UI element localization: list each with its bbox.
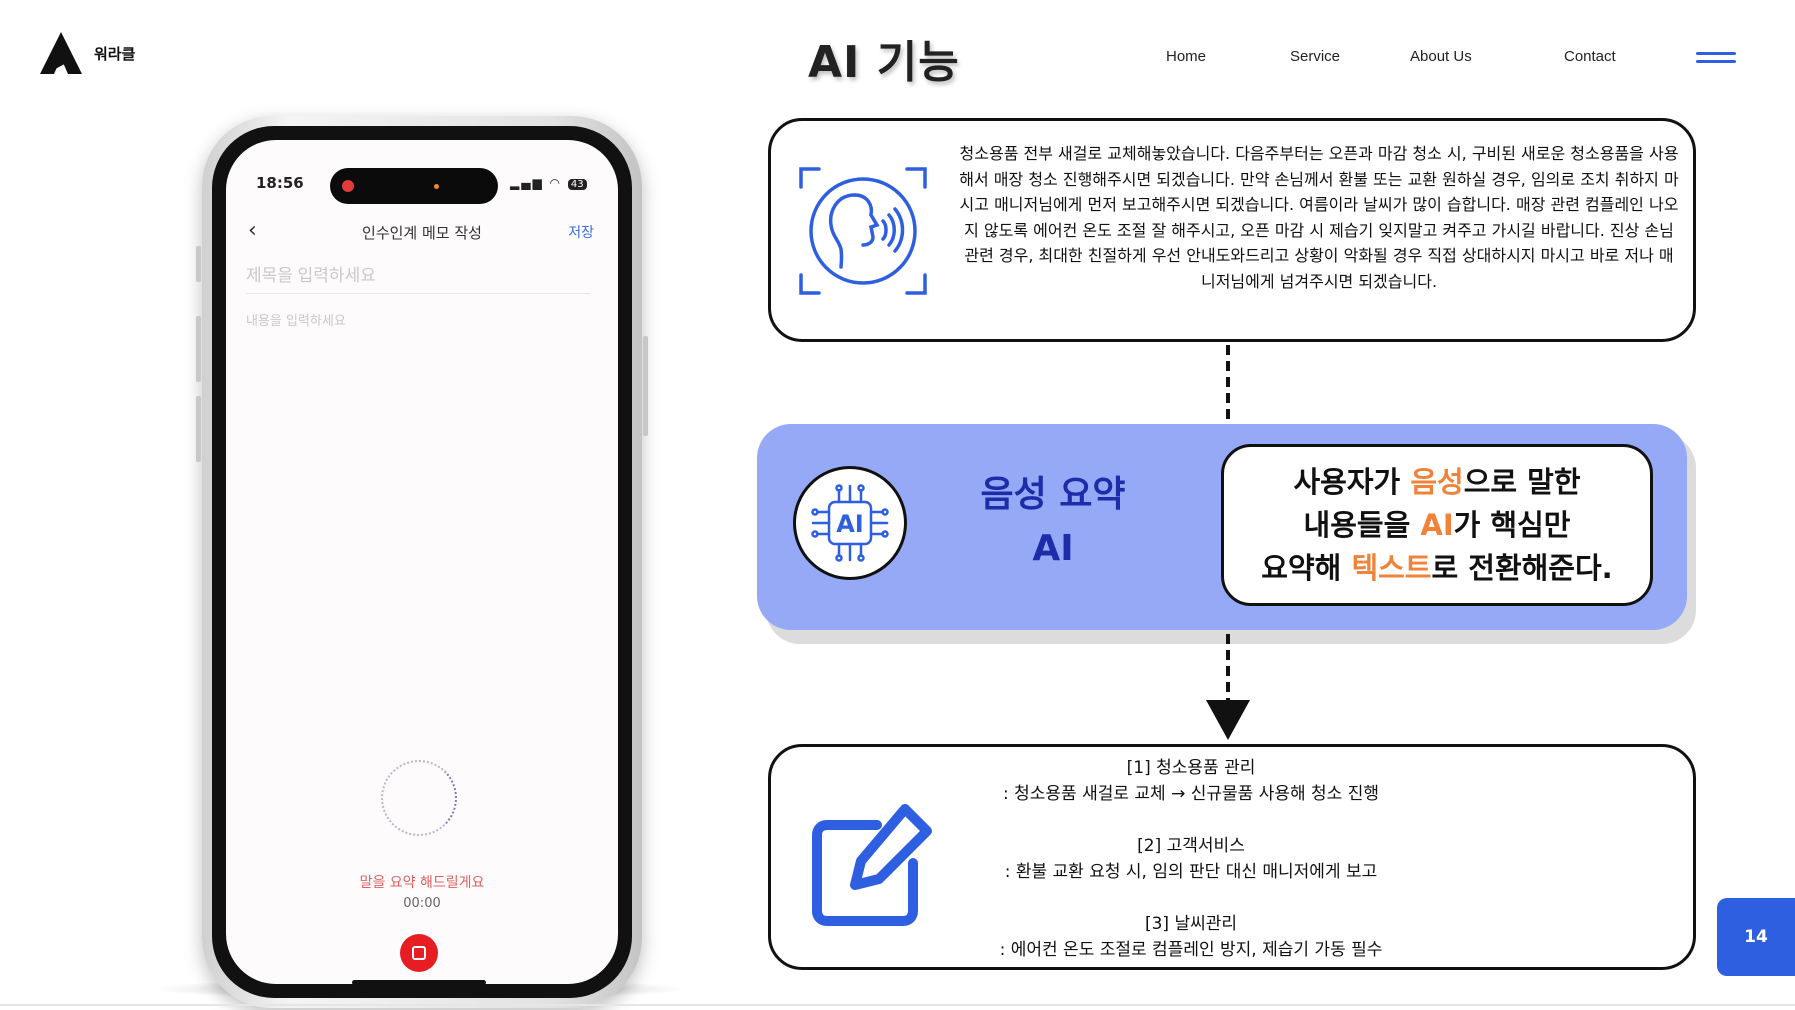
signal-icon: ▂▄▆	[510, 176, 544, 190]
logo-text: 워라클	[94, 44, 136, 63]
memo-content-input[interactable]	[246, 310, 590, 510]
phone-bezel: 18:56 ▂▄▆ ◠ 43 ‹ 인수인계 메모 작성 저장 말을 요약 해드릴…	[212, 126, 632, 998]
summary-detail: : 에어컨 온도 조절로 컴플레인 방지, 제습기 가동 필수	[999, 940, 1383, 960]
dynamic-island	[330, 168, 498, 204]
summary-result-box: [1] 청소용품 관리 : 청소용품 새걸로 교체 → 신규물품 사용해 청소 …	[768, 744, 1696, 970]
hamburger-icon[interactable]	[1696, 52, 1736, 66]
phone-volume-down-button	[196, 396, 201, 462]
mic-indicator-icon	[434, 184, 439, 189]
ai-chip-label: AI	[836, 510, 864, 538]
memo-title-input[interactable]	[246, 258, 590, 294]
ai-description-box: 사용자가 음성으로 말한 내용들을 AI가 핵심만 요약해 텍스트로 전환해준다…	[1221, 444, 1653, 606]
summary-heading: [2] 고객서비스	[1137, 836, 1245, 856]
summary-prompt-label: 말을 요약 해드릴게요	[359, 875, 485, 891]
summary-item: [3] 날씨관리 : 에어컨 온도 조절로 컴플레인 방지, 제습기 가동 필수	[971, 911, 1411, 963]
ai-title-line1: 음성 요약	[980, 474, 1126, 515]
nav-about-us[interactable]: About Us	[1410, 48, 1472, 65]
home-indicator	[352, 980, 486, 984]
nav-contact[interactable]: Contact	[1564, 48, 1616, 65]
ai-chip-badge: AI	[793, 466, 907, 580]
page-title: AI 기능	[808, 37, 960, 88]
summary-detail: : 환불 교환 요청 시, 임의 판단 대신 매니저에게 보고	[1004, 862, 1378, 882]
summary-heading: [1] 청소용품 관리	[1126, 758, 1256, 778]
transcript-box: 청소용품 전부 새걸로 교체해놓았습니다. 다음주부터는 오픈과 마감 청소 시…	[768, 118, 1696, 342]
edit-note-icon	[812, 804, 932, 926]
summary-heading: [3] 날씨관리	[1144, 914, 1238, 934]
ai-desc-line3: 요약해 텍스트로 전환해준다.	[1261, 551, 1613, 585]
status-time: 18:56	[256, 174, 304, 192]
ai-chip-icon: AI	[811, 484, 889, 562]
ai-title-line2: AI	[1032, 528, 1074, 569]
status-icons: ▂▄▆ ◠ 43	[510, 176, 587, 190]
summary-item: [2] 고객서비스 : 환불 교환 요청 시, 임의 판단 대신 매니저에게 보…	[971, 833, 1411, 885]
bottom-divider	[0, 1004, 1795, 1006]
stop-icon	[412, 946, 426, 960]
transcript-text: 청소용품 전부 새걸로 교체해놓았습니다. 다음주부터는 오픈과 마감 청소 시…	[959, 144, 1679, 291]
logo-mark-icon	[40, 32, 82, 74]
ai-panel-title: 음성 요약 AI	[937, 468, 1169, 576]
logo[interactable]: 워라클	[38, 30, 135, 76]
voice-recognition-icon	[799, 167, 927, 295]
page-number-badge: 14	[1717, 898, 1795, 976]
phone-side-button	[196, 246, 201, 282]
phone-volume-up-button	[196, 316, 201, 382]
summary-item: [1] 청소용품 관리 : 청소용품 새걸로 교체 → 신규물품 사용해 청소 …	[971, 755, 1411, 807]
phone-screen: 18:56 ▂▄▆ ◠ 43 ‹ 인수인계 메모 작성 저장 말을 요약 해드릴…	[226, 140, 618, 984]
summary-list: [1] 청소용품 관리 : 청소용품 새걸로 교체 → 신규물품 사용해 청소 …	[971, 755, 1411, 963]
ai-summary-panel: AI 음성 요약 AI 사용자가 음성으로 말한 내용들을 AI가 핵심만 요약…	[757, 424, 1687, 630]
arrow-down-icon	[1206, 700, 1250, 740]
save-button[interactable]: 저장	[568, 222, 594, 242]
ai-desc-line1: 사용자가 음성으로 말한	[1293, 465, 1581, 499]
connector-dash-bottom	[1226, 634, 1230, 702]
stop-recording-button[interactable]	[400, 934, 438, 972]
memo-screen-title: 인수인계 메모 작성	[362, 224, 482, 242]
nav-service[interactable]: Service	[1290, 48, 1340, 65]
phone-power-button	[643, 336, 648, 436]
summary-detail: : 청소용품 새걸로 교체 → 신규물품 사용해 청소 진행	[1002, 784, 1379, 804]
battery-icon: 43	[567, 179, 587, 190]
phone-mockup: 18:56 ▂▄▆ ◠ 43 ‹ 인수인계 메모 작성 저장 말을 요약 해드릴…	[196, 116, 648, 1008]
recording-indicator-icon	[342, 180, 354, 192]
recording-timer: 00:00	[403, 896, 441, 911]
connector-dash-top	[1226, 345, 1230, 425]
nav-home[interactable]: Home	[1166, 48, 1206, 65]
ai-desc-line2: 내용들을 AI가 핵심만	[1303, 508, 1571, 542]
wifi-icon: ◠	[549, 176, 562, 190]
recording-spinner-icon	[381, 760, 457, 836]
